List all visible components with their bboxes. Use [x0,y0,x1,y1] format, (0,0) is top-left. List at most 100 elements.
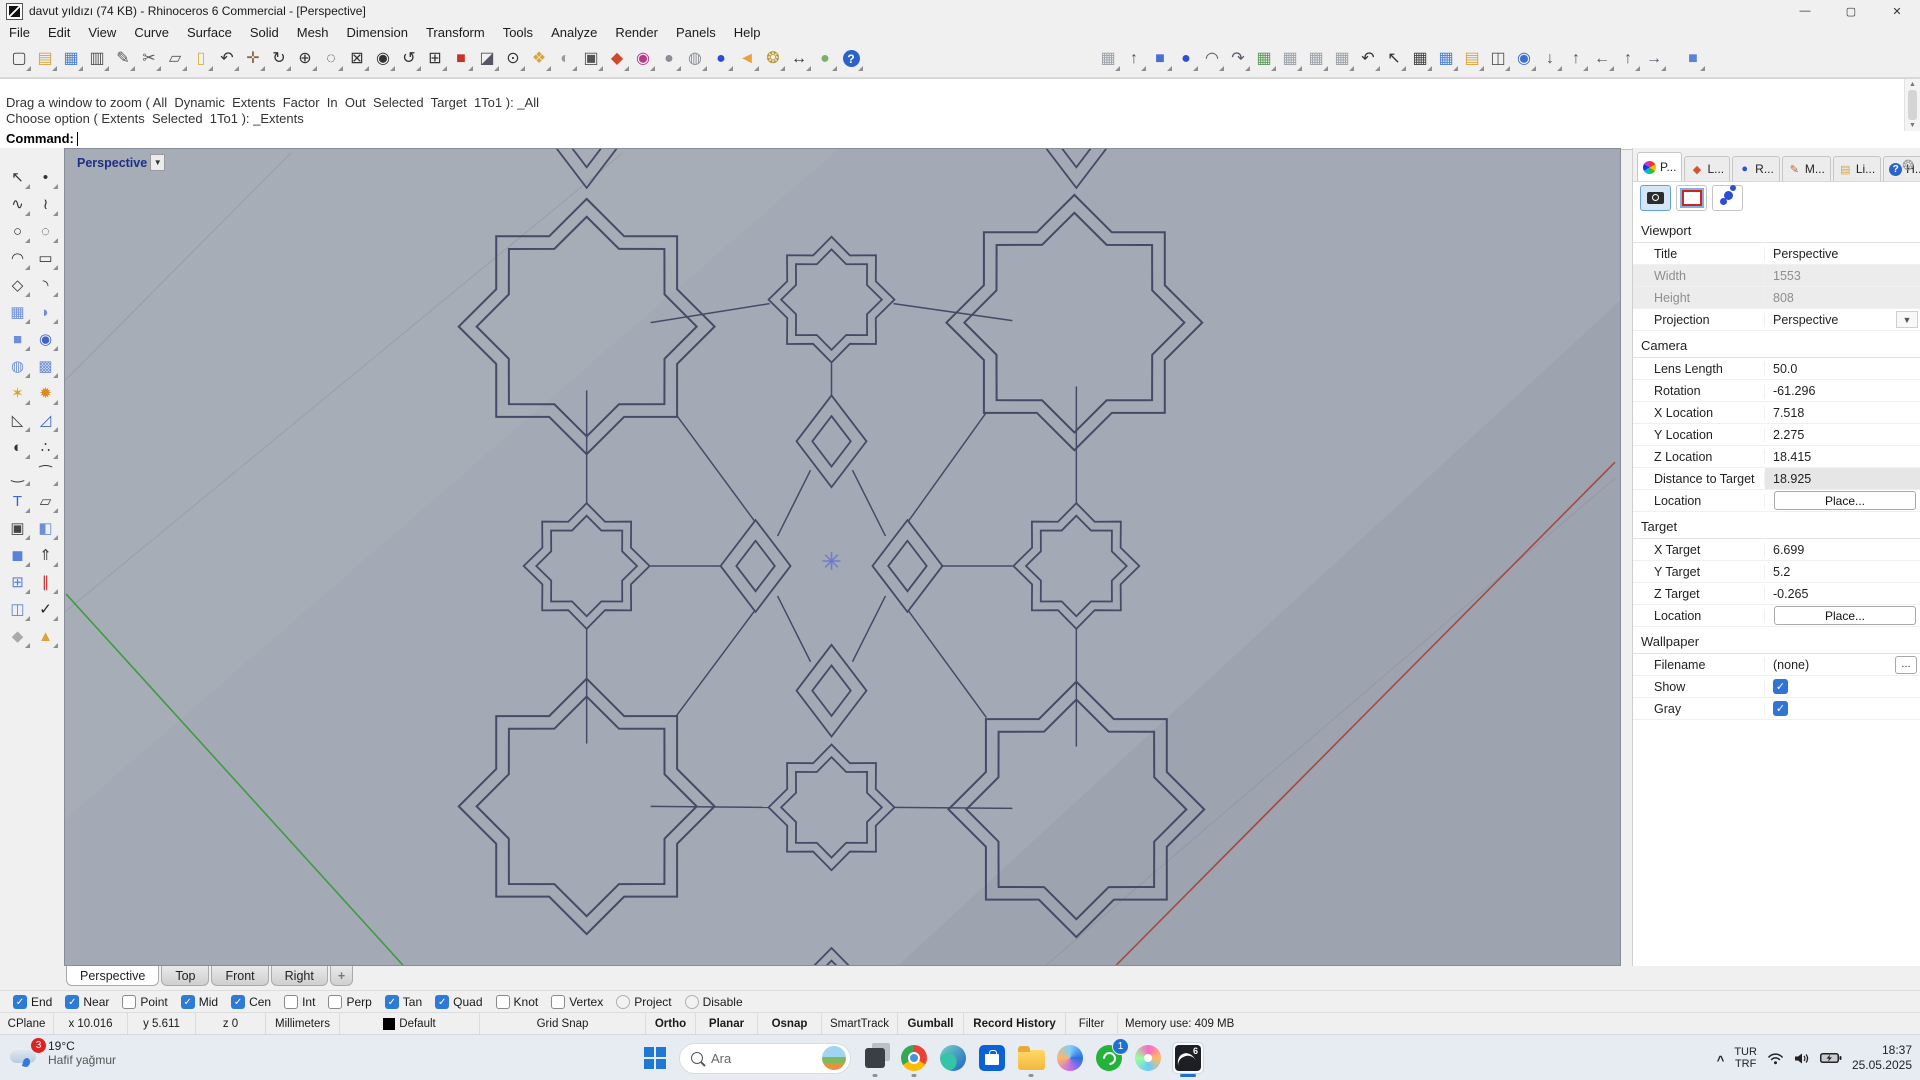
toolbar-button-undo-view-change[interactable]: ↶ [1355,45,1381,72]
toolbar-button-render-sphere[interactable]: ● [708,45,734,72]
dock-button-pyramid[interactable]: ▲ [32,623,59,649]
toolbar-button-move-cplane-down[interactable]: ↓ [1537,45,1563,72]
panel-tab-properties[interactable]: P... [1637,152,1683,181]
toolbar-button-cplane-curve[interactable]: ◠ [1199,45,1225,72]
status-record-history[interactable]: Record History [964,1013,1066,1035]
property-value-text[interactable]: -61.296 [1773,384,1815,398]
toolbar-button-move-cplane-up[interactable]: ↑ [1563,45,1589,72]
dock-button-curve-fillet[interactable]: ◝ [32,272,59,298]
taskbar-app-copilot[interactable] [1055,1043,1085,1073]
property-value-text[interactable]: Perspective [1773,313,1838,327]
dropdown-chevron-icon[interactable]: ▼ [1896,311,1918,328]
language-indicator[interactable]: TUR TRF [1734,1046,1757,1070]
dock-button-surface-from-points[interactable]: ▦ [4,299,31,325]
dock-button-fillet-blast[interactable]: ✹ [32,380,59,406]
scrollbar-thumb[interactable] [1908,90,1917,120]
command-scrollbar[interactable]: ▲ ▼ [1904,79,1920,131]
osnap-checkbox-near[interactable]: ✓ [65,995,80,1009]
toolbar-button-cplane-world[interactable]: ▦ [1329,45,1355,72]
menu-item-analyze[interactable]: Analyze [542,24,606,41]
close-button[interactable]: ✕ [1874,0,1920,22]
dock-button-trim[interactable]: ◺ [4,407,31,433]
property-value-text[interactable]: 5.2 [1773,565,1790,579]
toolbar-button-rotate-cplane-page[interactable]: ◫ [1485,45,1511,72]
taskbar-app-rhino[interactable] [1172,1042,1204,1077]
minimize-button[interactable]: — [1782,0,1828,22]
taskbar-app-whatsapp[interactable]: 1 [1094,1038,1129,1073]
status-filter[interactable]: Filter [1066,1013,1118,1035]
menu-item-surface[interactable]: Surface [178,24,241,41]
osnap-checkbox-disable[interactable] [684,995,699,1009]
osnap-cen[interactable]: ✓ Cen [231,995,271,1009]
add-viewport-tab-button[interactable]: + [329,966,354,986]
panel-tab-layers[interactable]: ◆ L... [1684,156,1731,181]
taskbar-app-chrome[interactable] [899,1043,929,1077]
toolbar-button-undo[interactable]: ↶ [214,45,240,72]
osnap-checkbox-tan[interactable]: ✓ [384,995,399,1009]
viewport-canvas[interactable] [65,149,1620,965]
dock-button-boolean-union[interactable]: ◐ [4,434,31,460]
status-z-0[interactable]: z 0 [196,1013,266,1035]
toolbar-button-make-2d[interactable]: ◪ [474,45,500,72]
taskbar-app-file-explorer[interactable] [1016,1043,1046,1077]
osnap-project[interactable]: Project [616,995,672,1009]
toolbar-button-layer-wedge[interactable]: ◆ [604,45,630,72]
scroll-up-icon[interactable]: ▲ [1909,81,1916,88]
dock-button-rectangle[interactable]: ▭ [32,245,59,271]
osnap-knot[interactable]: Knot [495,995,538,1009]
menu-item-file[interactable]: File [0,24,39,41]
dock-button-mirror[interactable]: ◧ [32,515,59,541]
dock-button-box[interactable]: ■ [4,326,31,352]
dock-button-ellipse[interactable]: ◌ [32,218,59,244]
menu-item-dimension[interactable]: Dimension [338,24,417,41]
property-value-text[interactable]: 2.275 [1773,428,1804,442]
toolbar-button-cplane-vertical[interactable]: ▦ [1251,45,1277,72]
toolbar-button-set-view-box[interactable]: ■ [1680,45,1706,72]
object-properties-camera-button[interactable] [1640,185,1671,211]
menu-item-render[interactable]: Render [606,24,667,41]
osnap-checkbox-vertex[interactable] [551,995,566,1009]
dock-button-solid-box[interactable]: ◼ [4,542,31,568]
osnap-tan[interactable]: ✓ Tan [384,995,422,1009]
panel-tab-materials[interactable]: ✎ M... [1781,156,1831,181]
viewport-title-label[interactable]: Perspective [77,156,147,170]
osnap-int[interactable]: Int [284,995,315,1009]
weather-widget[interactable]: 3 19°C Hafif yağmur [10,1038,116,1067]
toolbar-button-flag[interactable]: ◄ [734,45,760,72]
viewport-tab-front[interactable]: Front [211,966,269,986]
toolbar-button-shaded-sphere[interactable]: ● [656,45,682,72]
osnap-near[interactable]: ✓ Near [65,995,109,1009]
tray-expand-icon[interactable]: ^ [1717,1053,1725,1068]
panel-gear-icon[interactable]: ❂ [1902,157,1914,174]
toolbar-button-nudge-left[interactable]: ← [1589,45,1615,72]
menu-item-panels[interactable]: Panels [667,24,725,41]
dock-button-rotate-3d[interactable]: ◫ [4,596,31,622]
toolbar-button-open-cplane[interactable]: ▤ [1459,45,1485,72]
status-ortho[interactable]: Ortho [646,1013,696,1035]
viewport-title-control[interactable]: Perspective ▼ [77,154,166,171]
viewport-tab-top[interactable]: Top [161,966,210,986]
dock-button-split[interactable]: ◿ [32,407,59,433]
dock-button-revolve[interactable]: ◍ [4,353,31,379]
toolbar-button-shaded-grid-sphere[interactable]: ◍ [682,45,708,72]
menu-item-solid[interactable]: Solid [241,24,288,41]
property-value-text[interactable]: 18.415 [1773,450,1811,464]
status-grid-snap[interactable]: Grid Snap [480,1013,646,1035]
status-x-10-016[interactable]: x 10.016 [54,1013,128,1035]
battery-charging-icon[interactable] [1819,1052,1842,1064]
dock-button-extrude[interactable]: ⇑ [32,542,59,568]
toolbar-button-pan[interactable]: ✛ [240,45,266,72]
dock-button-boolean-difference[interactable]: ∴ [32,434,59,460]
toolbar-button-object-snap-shapes[interactable]: ❖ [526,45,552,72]
property-value-text[interactable]: 50.0 [1773,362,1797,376]
checkbox-show[interactable]: ✓ [1773,679,1788,694]
toolbar-button-nudge-right[interactable]: → [1641,45,1667,72]
place-button[interactable]: Place... [1774,491,1916,510]
osnap-checkbox-project[interactable] [616,995,631,1009]
toolbar-button-print[interactable]: ▥ [84,45,110,72]
osnap-point[interactable]: Point [122,995,168,1009]
dock-button-cylinder-cone[interactable]: ◆ [4,623,31,649]
status-planar[interactable]: Planar [696,1013,758,1035]
taskbar-search-box[interactable]: Ara [679,1042,851,1074]
toolbar-button-help[interactable]: ? [838,45,864,72]
